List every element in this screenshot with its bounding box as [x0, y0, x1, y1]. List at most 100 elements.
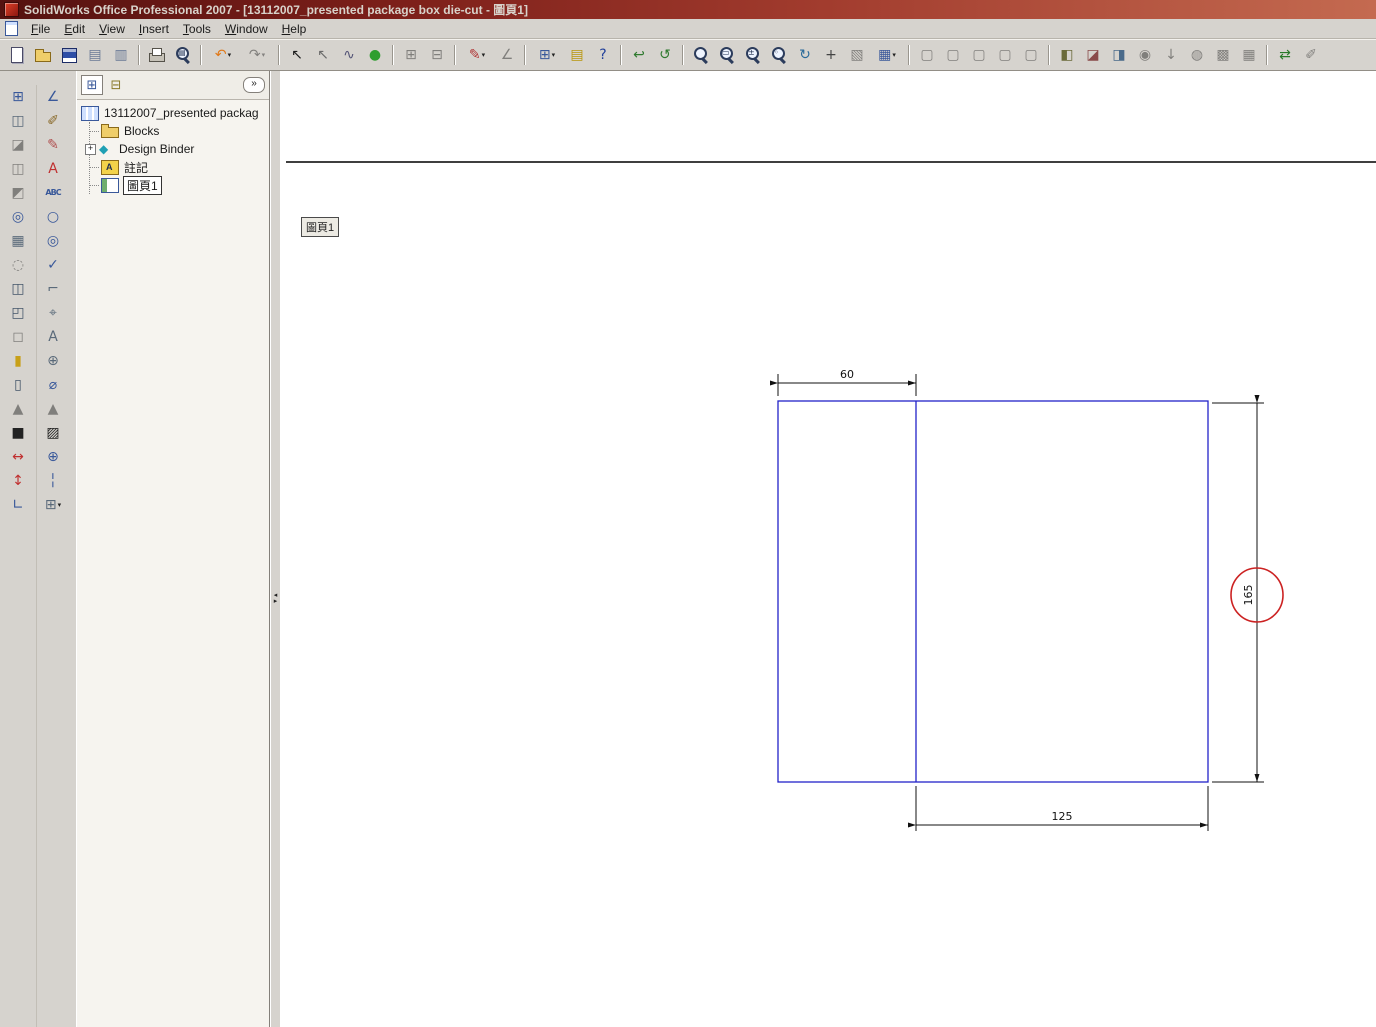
drawing-sheet[interactable]: 60 165 125 — [280, 71, 1376, 1027]
redo-button[interactable]: ↷ ▾ — [241, 43, 273, 67]
section-view-button[interactable]: ◫▾ — [6, 157, 30, 181]
wireframe-button[interactable]: ▢▾ — [915, 43, 939, 67]
redraw-button[interactable]: ↺▾ — [653, 43, 677, 67]
save-button[interactable]: ▾ — [57, 43, 81, 67]
note-button[interactable]: A▾ — [41, 157, 65, 181]
dropdown-arrow-icon[interactable]: ▾ — [482, 51, 486, 59]
revision-symbol-button[interactable]: ▲▾ — [41, 397, 65, 421]
dimension-165[interactable] — [1212, 395, 1264, 783]
dimension-125-text[interactable]: 125 — [1052, 810, 1073, 823]
area-fill-button[interactable]: ■▾ — [6, 421, 30, 445]
model-view-button[interactable]: ⊞▾ — [6, 85, 30, 109]
die-cut-rectangle[interactable] — [777, 400, 1209, 783]
shadows-button[interactable]: ◧▾ — [1055, 43, 1079, 67]
feature-tree-tab[interactable]: ⊞ — [81, 75, 103, 95]
datum-feature-button[interactable]: A▾ — [41, 325, 65, 349]
dropdown-arrow-icon[interactable]: ▾ — [262, 51, 266, 59]
sheet-name-label[interactable]: 圖頁1 — [301, 217, 340, 237]
break-view-button[interactable]: ◫▾ — [6, 277, 30, 301]
selection-filter-button[interactable]: ●▾ — [363, 43, 387, 67]
menu-window[interactable]: Window — [218, 21, 275, 37]
menu-help[interactable]: Help — [275, 21, 314, 37]
comment-button[interactable]: ✐▾ — [1299, 43, 1323, 67]
rotate-view-button[interactable]: ↻▾ — [793, 43, 817, 67]
realview-button[interactable]: ◍▾ — [1185, 43, 1209, 67]
area-hatch-button[interactable]: ▨▾ — [41, 421, 65, 445]
make-assembly-from-part-button[interactable]: ▥▾ — [109, 43, 133, 67]
menu-file[interactable]: File — [24, 21, 57, 37]
print-button[interactable]: ▾ — [145, 43, 169, 67]
dimension-125[interactable] — [908, 786, 1209, 831]
update-view-button[interactable]: ▮▾ — [6, 349, 30, 373]
title-bar[interactable]: SolidWorks Office Professional 2007 - [1… — [0, 0, 1376, 19]
tree-item-annotations[interactable]: 註記 — [90, 158, 269, 176]
menu-insert[interactable]: Insert — [132, 21, 176, 37]
print-preview-button[interactable]: ▤▾ — [171, 43, 195, 67]
menu-view[interactable]: View — [92, 21, 132, 37]
detail-view-button[interactable]: ◎▾ — [6, 205, 30, 229]
hidden-lines-visible-button[interactable]: ▢▾ — [941, 43, 965, 67]
large-assembly-mode-button[interactable]: ▦▾ — [1237, 43, 1261, 67]
pan-button[interactable]: +▾ — [819, 43, 843, 67]
3d-drawing-view-button[interactable]: ▧▾ — [845, 43, 869, 67]
auxiliary-view-button[interactable]: ◪▾ — [6, 133, 30, 157]
tree-item-design-binder[interactable]: + Design Binder — [85, 140, 269, 158]
alternate-position-view-button[interactable]: ◻▾ — [6, 325, 30, 349]
tables-button[interactable]: ⊞ ▾ — [37, 493, 69, 517]
dropdown-arrow-icon[interactable]: ▾ — [228, 51, 232, 59]
help-button[interactable]: ?▾ — [591, 43, 615, 67]
hyperlink-button[interactable]: ⇄▾ — [1273, 43, 1297, 67]
auto-balloon-button[interactable]: ◎▾ — [41, 229, 65, 253]
horizontal-dimension-button[interactable]: ↔▾ — [6, 445, 30, 469]
aligned-section-view-button[interactable]: ◩▾ — [6, 181, 30, 205]
dropdown-arrow-icon[interactable]: ▾ — [892, 51, 896, 59]
section-view-display-button[interactable]: ◪▾ — [1081, 43, 1105, 67]
menu-tools[interactable]: Tools — [176, 21, 218, 37]
empty-view-button[interactable]: ▯▾ — [6, 373, 30, 397]
splitter-handle-icon[interactable]: ◂ ▸ — [271, 592, 280, 605]
datum-target-button[interactable]: ⊕▾ — [41, 349, 65, 373]
undo-view-button[interactable]: ↩▾ — [627, 43, 651, 67]
note-button[interactable]: ▤▾ — [565, 43, 589, 67]
menu-edit[interactable]: Edit — [57, 21, 92, 37]
standard-3-view-button[interactable]: ▦▾ — [6, 229, 30, 253]
sketch-button[interactable]: ✎ ▾ — [461, 43, 493, 67]
open-button[interactable]: ▾ — [31, 43, 55, 67]
expand-plus-icon[interactable]: + — [85, 143, 96, 155]
zoom-in-out-button[interactable]: ±▾ — [741, 43, 765, 67]
centerline-button[interactable]: ╎▾ — [41, 469, 65, 493]
projected-view-button[interactable]: ◫▾ — [6, 109, 30, 133]
zoom-to-fit-button[interactable]: ▾ — [689, 43, 713, 67]
hidden-lines-removed-button[interactable]: ▢▾ — [967, 43, 991, 67]
view-orientation-button[interactable]: ▦ ▾ — [871, 43, 903, 67]
geometric-tolerance-button[interactable]: ⌖▾ — [41, 301, 65, 325]
tree-root-item[interactable]: 13112007_presented packag — [81, 104, 269, 122]
undo-button[interactable]: ↶ ▾ — [207, 43, 239, 67]
make-drawing-from-part-button[interactable]: ▤▾ — [83, 43, 107, 67]
zoom-to-area-button[interactable]: ▭▾ — [715, 43, 739, 67]
dropdown-arrow-icon[interactable]: ▾ — [552, 51, 556, 59]
shaded-with-edges-button[interactable]: ▢▾ — [993, 43, 1017, 67]
vertical-dimension-button[interactable]: ↕▾ — [6, 469, 30, 493]
broken-out-section-button[interactable]: ◌▾ — [6, 253, 30, 277]
draft-quality-button[interactable]: ▩▾ — [1211, 43, 1235, 67]
dimension-60-text[interactable]: 60 — [840, 368, 854, 381]
camera-view-button[interactable]: ◉▾ — [1133, 43, 1157, 67]
dropdown-arrow-icon[interactable]: ▾ — [58, 501, 62, 509]
drawing-canvas[interactable]: 圖頁1 60 165 125 — [280, 71, 1376, 1027]
rebuild-warning-icon[interactable]: ▲▾ — [6, 397, 30, 421]
panel-splitter[interactable]: ◂ ▸ — [270, 71, 280, 1027]
ordinate-dimension-button[interactable]: ∟▾ — [6, 493, 30, 517]
tree-item-blocks[interactable]: Blocks — [90, 122, 269, 140]
select-other-button[interactable]: ↖▾ — [311, 43, 335, 67]
shaded-button[interactable]: ▢▾ — [1019, 43, 1043, 67]
smart-dimension-button[interactable]: ∠▾ — [495, 43, 519, 67]
apply-scene-button[interactable]: ↓▾ — [1159, 43, 1183, 67]
weld-symbol-button[interactable]: ⌐▾ — [41, 277, 65, 301]
new-document-button[interactable]: ▾ — [5, 43, 29, 67]
center-mark-button[interactable]: ⊕▾ — [41, 445, 65, 469]
property-manager-tab[interactable]: ⊟ — [105, 75, 127, 95]
tree-item-sheet1[interactable]: 圖頁1 — [90, 175, 269, 195]
hole-callout-button[interactable]: ⌀▾ — [41, 373, 65, 397]
dimension-165-text[interactable]: 165 — [1242, 585, 1255, 606]
